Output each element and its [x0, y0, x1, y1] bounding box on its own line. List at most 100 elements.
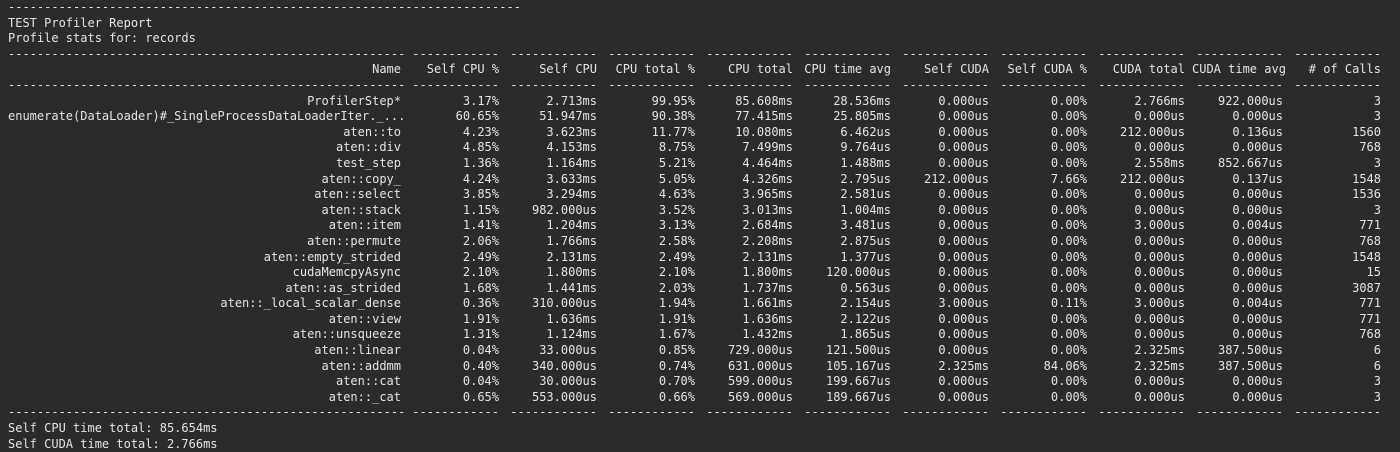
row-value: 2.06% — [462, 233, 499, 248]
row-value: 3.013ms — [742, 202, 793, 217]
row-value: 0.74% — [658, 358, 695, 373]
row-value: 105.167us — [825, 358, 891, 373]
row-value: 0.137us — [1232, 171, 1283, 186]
table-row: aten::_cat 0.65% 553.000us 0.66% 569.000us 18… — [8, 390, 1392, 406]
column-header: Self CPU — [539, 62, 597, 77]
row-value: 0.000us — [1232, 280, 1283, 295]
row-value: 768 — [1359, 233, 1381, 248]
footer-self-cpu-total: Self CPU time total: 85.654ms — [8, 421, 218, 436]
column-rule: ------------ — [902, 46, 989, 61]
table-row: test_step 1.36% 1.164ms 5.21% 4.464ms 1.488ms… — [8, 156, 1392, 172]
row-value: 922.000us — [1217, 93, 1283, 108]
row-value: 0.40% — [462, 358, 499, 373]
row-value: 0.000us — [1232, 202, 1283, 217]
column-rule: ------------ — [510, 405, 597, 420]
row-value: 0.00% — [1050, 327, 1087, 342]
row-value: 84.06% — [1043, 358, 1087, 373]
column-header: Name — [372, 62, 401, 77]
row-value: 0.000us — [1232, 374, 1283, 389]
footer-self-cuda-total: Self CUDA time total: 2.766ms — [8, 436, 218, 451]
row-value: 199.667us — [825, 374, 891, 389]
column-rule: ----------------------------------------… — [8, 77, 406, 92]
row-name: ProfilerStep* — [307, 93, 401, 108]
row-value: 30.000us — [539, 374, 597, 389]
row-value: 387.500us — [1217, 343, 1283, 358]
row-value: 0.00% — [1050, 233, 1087, 248]
row-value: 51.947ms — [539, 109, 597, 124]
row-value: 0.136us — [1232, 124, 1283, 139]
row-value: 2.325ms — [1134, 358, 1185, 373]
row-value: 0.000us — [938, 109, 989, 124]
row-value: 3.294ms — [546, 187, 597, 202]
row-value: 0.000us — [1232, 233, 1283, 248]
row-value: 387.500us — [1217, 358, 1283, 373]
row-value: 0.000us — [1134, 202, 1185, 217]
row-value: 1.432ms — [742, 327, 793, 342]
row-value: 0.000us — [938, 187, 989, 202]
row-value: 0.000us — [938, 389, 989, 404]
column-header: CPU total — [727, 62, 793, 77]
row-value: 0.04% — [462, 374, 499, 389]
row-value: 99.95% — [651, 93, 695, 108]
row-name: aten::to — [343, 124, 401, 139]
column-rule: ------------ — [1098, 77, 1185, 92]
table-row: aten::as_strided 1.68% 1.441ms 2.03% 1.737ms… — [8, 281, 1392, 297]
row-name: test_step — [335, 155, 401, 170]
table-row: aten::div 4.85% 4.153ms 8.75% 7.499ms 9.764us… — [8, 140, 1392, 156]
row-value: 0.66% — [658, 389, 695, 404]
row-value: 77.415ms — [735, 109, 793, 124]
row-value: 0.000us — [938, 93, 989, 108]
row-value: 0.000us — [938, 155, 989, 170]
row-value: 3 — [1373, 155, 1381, 170]
row-value: 2.558ms — [1134, 155, 1185, 170]
table-row: ProfilerStep* 3.17% 2.713ms 99.95% 85.608ms 2… — [8, 94, 1392, 110]
row-value: 0.000us — [1134, 265, 1185, 280]
column-header: CUDA time avg — [1192, 62, 1286, 77]
row-name: aten::item — [328, 218, 401, 233]
column-rule: ------------ — [608, 77, 695, 92]
column-rule: ------------ — [706, 405, 793, 420]
row-value: 0.11% — [1050, 296, 1087, 311]
row-value: 4.326ms — [742, 171, 793, 186]
table-body: ProfilerStep* 3.17% 2.713ms 99.95% 85.608ms 2… — [8, 94, 1392, 406]
row-value: 1548 — [1352, 171, 1381, 186]
row-value: 0.000us — [1134, 374, 1185, 389]
row-value: 1.636ms — [742, 311, 793, 326]
row-value: 2.49% — [658, 249, 695, 264]
row-value: 1.91% — [462, 311, 499, 326]
row-value: 569.000us — [727, 389, 793, 404]
row-value: 3 — [1373, 389, 1381, 404]
row-value: 0.004us — [1232, 218, 1283, 233]
row-value: 4.85% — [462, 140, 499, 155]
row-value: 0.00% — [1050, 389, 1087, 404]
top-rule: ----------------------------------------… — [8, 0, 521, 14]
row-value: 0.70% — [658, 374, 695, 389]
column-rule: ------------ — [1000, 77, 1087, 92]
row-value: 5.05% — [658, 171, 695, 186]
row-value: 0.000us — [938, 265, 989, 280]
row-value: 0.004us — [1232, 296, 1283, 311]
row-value: 2.875us — [840, 233, 891, 248]
row-value: 0.000us — [1232, 249, 1283, 264]
row-value: 1.31% — [462, 327, 499, 342]
row-value: 1.661ms — [742, 296, 793, 311]
row-value: 0.000us — [938, 233, 989, 248]
row-value: 2.766ms — [1134, 93, 1185, 108]
row-value: 33.000us — [539, 343, 597, 358]
row-value: 1.67% — [658, 327, 695, 342]
row-value: 4.464ms — [742, 155, 793, 170]
column-rule: ------------ — [608, 46, 695, 61]
row-name: aten::unsqueeze — [292, 327, 401, 342]
row-value: 1.94% — [658, 296, 695, 311]
row-value: 310.000us — [531, 296, 597, 311]
row-value: 7.499ms — [742, 140, 793, 155]
row-value: 11.77% — [651, 124, 695, 139]
row-value: 0.000us — [1232, 265, 1283, 280]
row-value: 3 — [1373, 93, 1381, 108]
row-value: 7.66% — [1050, 171, 1087, 186]
table-header: Name Self CPU % Self CPU CPU total % CPU tot… — [8, 62, 1392, 78]
row-value: 8.75% — [658, 140, 695, 155]
row-value: 1.800ms — [546, 265, 597, 280]
column-rule: ------------ — [804, 46, 891, 61]
row-value: 5.21% — [658, 155, 695, 170]
